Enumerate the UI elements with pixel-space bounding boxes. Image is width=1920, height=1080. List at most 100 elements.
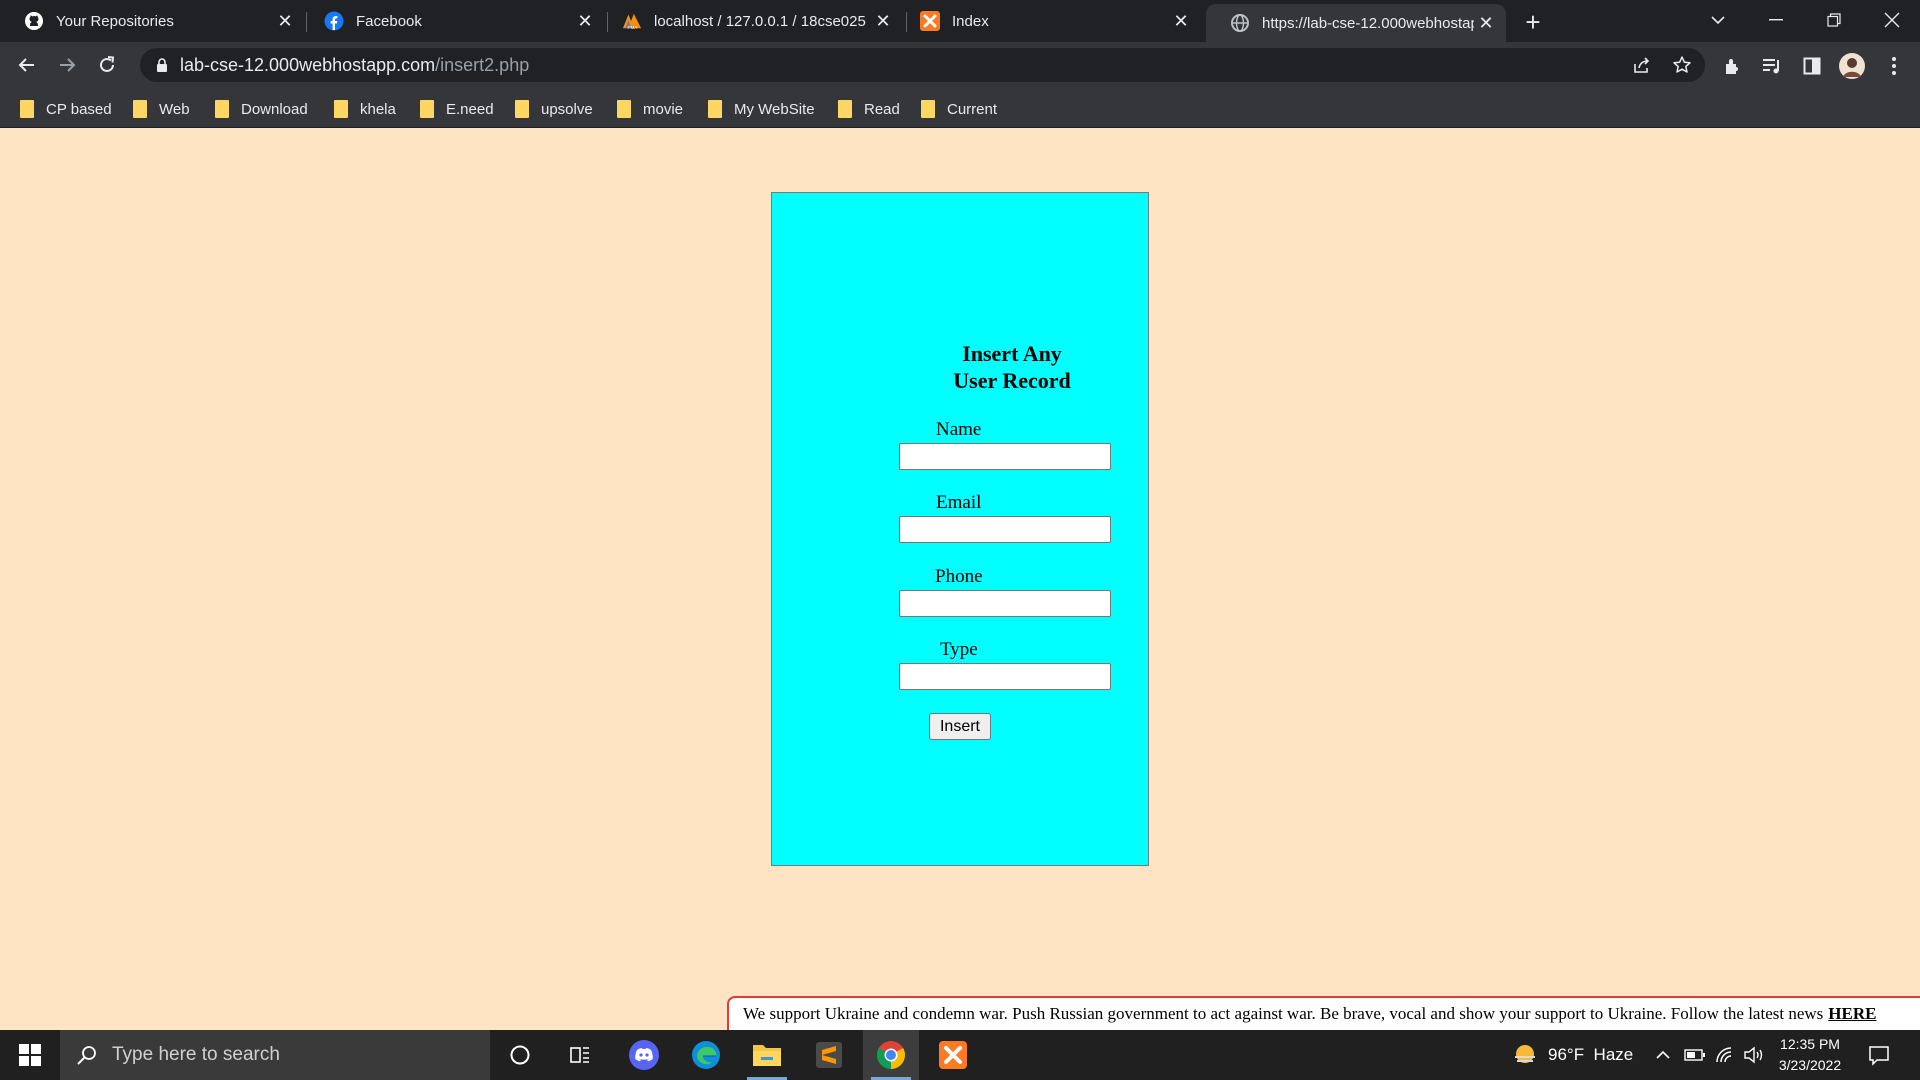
menu-kebab-icon[interactable] — [1882, 54, 1906, 78]
bookmark-khela[interactable]: khela — [334, 96, 396, 122]
tab-search-chevron-icon[interactable] — [1690, 0, 1746, 40]
windows-start-icon[interactable] — [0, 1030, 60, 1080]
file-explorer-icon[interactable] — [739, 1030, 795, 1080]
xampp-icon — [920, 11, 940, 31]
bookmark-cp-based[interactable]: CP based — [20, 96, 112, 122]
media-queue-icon[interactable] — [1760, 54, 1784, 78]
tab-facebook[interactable]: Facebook ✕ — [300, 0, 605, 42]
folder-icon — [334, 100, 348, 118]
task-view-icon[interactable] — [552, 1030, 608, 1080]
address-bar[interactable]: lab-cse-12.000webhostapp.com/insert2.php — [140, 48, 1705, 82]
close-icon[interactable]: ✕ — [573, 9, 597, 33]
bookmark-label: Current — [947, 100, 998, 118]
show-hidden-icons-chevron-icon[interactable] — [1655, 1030, 1671, 1080]
bookmark-read[interactable]: Read — [838, 96, 900, 122]
tab-index[interactable]: Index ✕ — [896, 0, 1201, 42]
tab-your-repositories[interactable]: Your Repositories ✕ — [0, 0, 305, 42]
type-label: Type — [940, 639, 978, 660]
ukraine-support-banner: We support Ukraine and condemn war. Push… — [727, 996, 1920, 1030]
share-icon[interactable] — [1630, 53, 1654, 77]
bookmark-current[interactable]: Current — [921, 96, 997, 122]
folder-icon — [838, 100, 852, 118]
tab-title: Index — [952, 12, 989, 30]
folder-icon — [617, 100, 631, 118]
cortana-icon[interactable] — [492, 1030, 548, 1080]
folder-icon — [215, 100, 229, 118]
folder-icon — [420, 100, 434, 118]
volume-icon[interactable] — [1743, 1030, 1765, 1080]
bookmark-eneed[interactable]: E.need — [420, 96, 494, 122]
tab-title: localhost / 127.0.0.1 / 18cse025 | — [654, 12, 871, 30]
folder-icon — [515, 100, 529, 118]
email-input[interactable] — [899, 516, 1111, 543]
tab-title: Facebook — [356, 12, 422, 30]
sublime-text-icon[interactable] — [801, 1030, 857, 1080]
folder-icon — [921, 100, 935, 118]
side-panel-icon[interactable] — [1800, 54, 1824, 78]
bookmark-web[interactable]: Web — [133, 96, 190, 122]
name-input[interactable] — [899, 443, 1111, 470]
tab-lab-cse-active[interactable]: https://lab-cse-12.000webhostapp.com/ins… — [1206, 4, 1506, 42]
bookmarks-bar: CP based Web Download khela E.need upsol… — [0, 88, 1920, 128]
weather-haze-icon — [1512, 1042, 1538, 1068]
back-button[interactable] — [11, 49, 43, 81]
phpmyadmin-icon: PMA — [622, 11, 642, 31]
bookmark-download[interactable]: Download — [215, 96, 308, 122]
tab-title: https://lab-cse-12.000webhostapp.com/ins… — [1262, 14, 1474, 32]
bookmark-label: E.need — [446, 100, 494, 118]
phone-label: Phone — [935, 566, 983, 587]
discord-icon[interactable] — [616, 1030, 672, 1080]
battery-icon[interactable] — [1684, 1030, 1706, 1080]
bookmark-label: movie — [643, 100, 684, 118]
bookmark-label: Download — [241, 100, 308, 118]
form-title-line-2: User Record — [953, 368, 1071, 393]
name-label: Name — [936, 419, 982, 440]
insert-button[interactable]: Insert — [929, 713, 991, 740]
email-label: Email — [936, 492, 982, 513]
close-icon[interactable]: ✕ — [273, 9, 297, 33]
chrome-icon[interactable] — [863, 1030, 919, 1080]
github-icon — [24, 11, 44, 31]
phone-input[interactable] — [899, 590, 1111, 617]
type-input[interactable] — [899, 663, 1111, 690]
bookmark-movie[interactable]: movie — [617, 96, 683, 122]
new-tab-button[interactable]: + — [1519, 7, 1547, 37]
close-icon[interactable]: ✕ — [871, 9, 895, 33]
edge-icon[interactable] — [678, 1030, 734, 1080]
bookmark-upsolve[interactable]: upsolve — [515, 96, 593, 122]
clock-date: 3/23/2022 — [1778, 1057, 1842, 1073]
tab-phpmyadmin[interactable]: PMA localhost / 127.0.0.1 / 18cse025 | ✕ — [598, 0, 903, 42]
search-placeholder: Type here to search — [112, 1044, 280, 1065]
folder-icon — [708, 100, 722, 118]
weather-widget[interactable]: 96°F Haze — [1512, 1030, 1633, 1080]
svg-text:PMA: PMA — [627, 25, 638, 30]
bookmark-my-website[interactable]: My WebSite — [708, 96, 815, 122]
notifications-icon[interactable] — [1868, 1030, 1890, 1080]
forward-button[interactable] — [51, 49, 83, 81]
bookmark-label: CP based — [46, 100, 112, 118]
bookmark-label: khela — [360, 100, 396, 118]
minimize-button[interactable] — [1748, 0, 1804, 40]
globe-icon — [1230, 13, 1250, 33]
close-icon[interactable]: ✕ — [1169, 9, 1193, 33]
bookmark-star-icon[interactable] — [1670, 53, 1694, 77]
wifi-icon[interactable] — [1715, 1030, 1735, 1080]
taskbar-clock[interactable]: 12:35 PM 3/23/2022 — [1770, 1034, 1850, 1076]
close-icon[interactable]: ✕ — [1474, 11, 1498, 35]
bookmark-label: My WebSite — [734, 100, 815, 118]
tab-strip: Your Repositories ✕ Facebook ✕ PMA local… — [0, 0, 1920, 42]
lock-icon[interactable] — [156, 57, 168, 73]
banner-here-link[interactable]: HERE — [1828, 1004, 1876, 1024]
reload-button[interactable] — [91, 49, 123, 81]
profile-avatar[interactable] — [1837, 51, 1867, 81]
extensions-icon[interactable] — [1720, 54, 1744, 78]
restore-button[interactable] — [1806, 0, 1862, 40]
xampp-taskbar-icon[interactable] — [925, 1030, 981, 1080]
taskbar-search-box[interactable]: Type here to search — [60, 1030, 490, 1080]
facebook-icon — [324, 11, 344, 31]
bookmark-label: upsolve — [541, 100, 593, 118]
url-domain: lab-cse-12.000webhostapp.com — [180, 54, 436, 75]
url-path: /insert2.php — [435, 54, 530, 75]
form-title: Insert Any User Record — [912, 340, 1112, 394]
close-window-button[interactable] — [1864, 0, 1920, 40]
